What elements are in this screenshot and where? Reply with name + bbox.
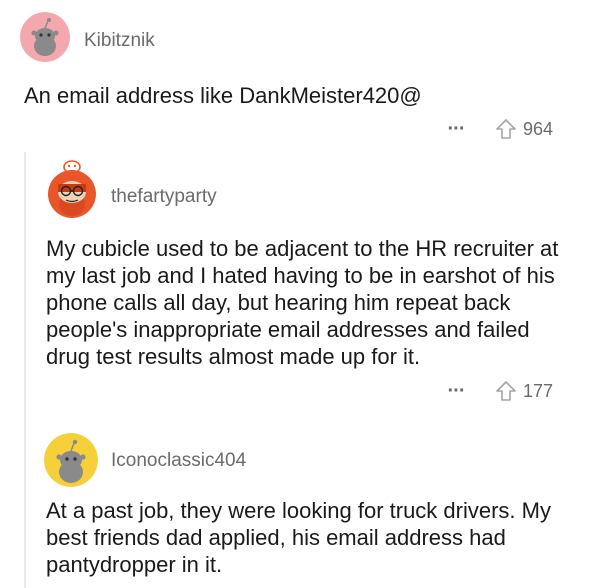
comment-body: At a past job, they were looking for tru… [46,498,551,577]
score-count: 964 [523,118,554,139]
more-dots-icon[interactable]: ··· [443,119,469,139]
avatar[interactable] [44,158,100,220]
upvote-arrow-icon[interactable] [495,380,517,402]
thread-line [24,152,26,588]
comment-body: My cubicle used to be adjacent to the HR… [46,236,559,369]
avatar[interactable] [44,433,98,487]
comment-username[interactable]: Iconoclassic404 [111,450,246,472]
comment-body: An email address like DankMeister420@ [24,83,422,108]
upvote-arrow-icon[interactable] [495,118,517,140]
score-count: 177 [523,380,554,401]
more-dots-icon[interactable]: ··· [443,381,469,401]
comment-username[interactable]: thefartyparty [111,186,217,208]
comment-actions: ··· 964 [443,118,554,140]
avatar[interactable] [20,12,70,62]
comment-actions: ··· 177 [443,380,554,402]
comment-username[interactable]: Kibitznik [84,30,155,52]
